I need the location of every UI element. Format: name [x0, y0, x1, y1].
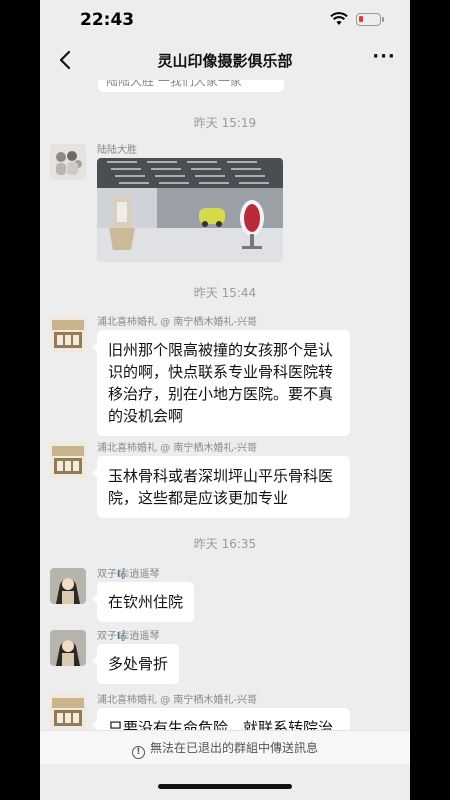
avatar[interactable]: [50, 630, 86, 666]
message-line: 识的啊，快点联系专业骨科医院转: [108, 363, 334, 381]
chat-area[interactable]: 陆陆大胜 一我们大家一家 昨天 15:19 陆陆大胜 昨天 15:44 浦北喜柿…: [40, 80, 410, 730]
message-line: 多处骨折: [108, 655, 169, 673]
disabled-input-banner: ! 無法在已退出的群組中傳送訊息: [40, 730, 410, 764]
message-bubble[interactable]: 旧州那个限高被撞的女孩那个是认 识的啊，快点联系专业骨科医院转 移治疗，别在小地…: [92, 330, 350, 436]
sender-name: 浦北喜柿婚礼 @ 南宁栖木婚礼-兴哥: [97, 695, 257, 706]
sender-name: 浦北喜柿婚礼 @ 南宁栖木婚礼-兴哥: [97, 317, 257, 328]
sender-name: 双子🎼逍遥琴: [97, 569, 160, 580]
info-icon: !: [131, 746, 145, 759]
previous-message-bubble[interactable]: 陆陆大胜 一我们大家一家: [98, 80, 284, 92]
message-bubble[interactable]: 多处骨折: [91, 644, 180, 684]
wifi-icon: [330, 12, 348, 25]
battery-level: [359, 16, 363, 22]
message-line: 在钦州住院: [108, 593, 184, 611]
timestamp: 昨天 15:44: [193, 286, 257, 300]
sender-name: 双子🎼逍遥琴: [97, 631, 160, 642]
home-indicator[interactable]: [158, 784, 292, 789]
sender-name: 陆陆大胜: [97, 145, 137, 156]
message-text: 浦北喜柿婚礼 @ 南宁栖木婚礼-兴哥 只要没有生命危险，就联系转院治: [50, 694, 400, 730]
message-image: 陆陆大胜: [50, 144, 400, 266]
previous-message-text: 陆陆大胜 一我们大家一家: [106, 80, 242, 88]
message-line: 移治疗，别在小地方医院。要不真: [108, 385, 334, 403]
message-text: 浦北喜柿婚礼 @ 南宁栖木婚礼-兴哥 玉林骨科或者深圳坪山平乐骨科医 院，这些都…: [50, 442, 400, 518]
message-line: 旧州那个限高被撞的女孩那个是认: [108, 341, 334, 359]
shared-photo[interactable]: [97, 158, 283, 262]
timestamp: 昨天 16:35: [193, 537, 257, 551]
avatar[interactable]: [50, 442, 86, 478]
message-bubble[interactable]: 玉林骨科或者深圳坪山平乐骨科医 院，这些都是应该更加专业: [92, 456, 350, 518]
message-bubble[interactable]: 在钦州住院: [91, 582, 195, 622]
phone-screen: 22:43 灵山印像摄影俱乐部 ··· 陆陆大胜 一我们大家一家 昨天 15:1…: [40, 0, 410, 800]
message-text: 双子🎼逍遥琴 在钦州住院: [50, 568, 400, 622]
message-line: 只要没有生命危险，就联系转院治: [108, 719, 334, 730]
message-line: 院，这些都是应该更加专业: [108, 489, 289, 507]
chat-title: 灵山印像摄影俱乐部: [157, 52, 293, 70]
message-text: 双子🎼逍遥琴 多处骨折: [50, 630, 400, 684]
nav-bar: 灵山印像摄影俱乐部 ···: [40, 40, 410, 80]
avatar[interactable]: [50, 144, 86, 180]
message-line: 的没机会啊: [108, 407, 184, 425]
message-line: 玉林骨科或者深圳坪山平乐骨科医: [108, 467, 334, 485]
status-time: 22:43: [80, 10, 135, 30]
more-options-icon[interactable]: ···: [372, 48, 396, 72]
avatar[interactable]: [50, 316, 86, 352]
sender-name: 浦北喜柿婚礼 @ 南宁栖木婚礼-兴哥: [97, 443, 257, 454]
timestamp: 昨天 15:19: [193, 116, 257, 130]
message-text: 浦北喜柿婚礼 @ 南宁栖木婚礼-兴哥 旧州那个限高被撞的女孩那个是认 识的啊，快…: [50, 316, 400, 436]
battery-icon: [356, 13, 384, 26]
avatar[interactable]: [50, 568, 86, 604]
disabled-input-text: 無法在已退出的群組中傳送訊息: [149, 741, 318, 755]
message-bubble[interactable]: 只要没有生命危险，就联系转院治: [92, 708, 350, 730]
status-bar: 22:43: [40, 0, 410, 40]
avatar[interactable]: [50, 694, 86, 730]
